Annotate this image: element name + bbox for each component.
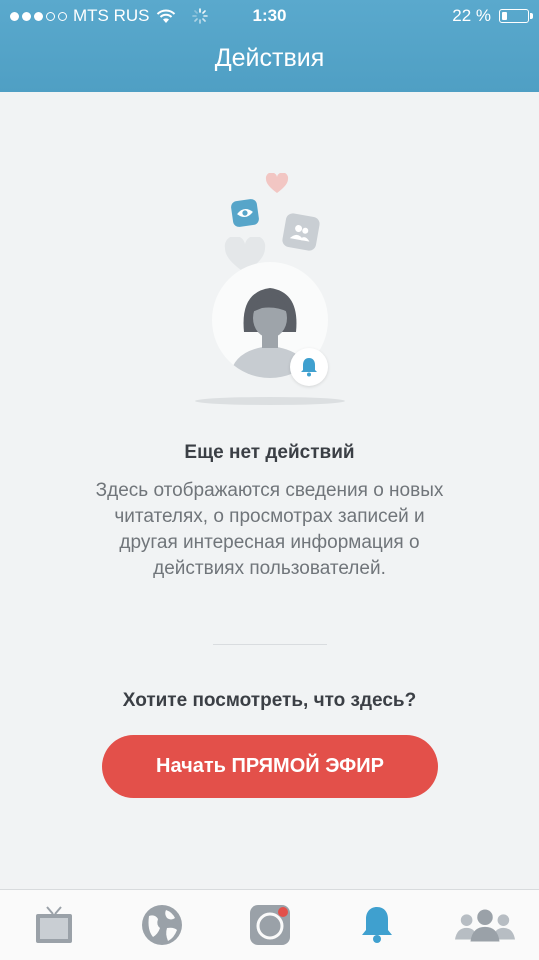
empty-state-illustration bbox=[180, 165, 360, 415]
bell-icon bbox=[362, 907, 392, 943]
battery-level bbox=[502, 12, 507, 20]
start-live-button[interactable]: Начать ПРЯМОЙ ЭФИР bbox=[102, 735, 438, 798]
tab-bar bbox=[0, 889, 539, 960]
heart-icon bbox=[265, 173, 289, 193]
tab-notifications[interactable] bbox=[347, 900, 407, 950]
battery-percent: 22 % bbox=[452, 6, 491, 25]
eye-icon bbox=[230, 198, 260, 228]
bell-badge bbox=[290, 348, 328, 386]
top-bar: MTS RUS 1:30 22 % Действия bbox=[0, 0, 539, 92]
battery-icon bbox=[499, 9, 533, 23]
empty-state-title: Еще нет действий bbox=[184, 442, 355, 463]
illustration-shadow bbox=[195, 397, 345, 405]
tab-go-live[interactable] bbox=[240, 900, 300, 950]
divider bbox=[213, 644, 327, 645]
camera-icon bbox=[250, 905, 290, 945]
users-icon bbox=[281, 212, 321, 252]
battery-status: 22 % bbox=[452, 6, 533, 26]
page-title: Действия bbox=[214, 44, 325, 72]
globe-icon bbox=[142, 905, 182, 945]
empty-state-description: Здесь отображаются сведения о новых чита… bbox=[95, 480, 444, 579]
bell-icon bbox=[301, 358, 317, 377]
tab-tv[interactable] bbox=[24, 900, 84, 950]
tab-people[interactable] bbox=[455, 900, 515, 950]
people-icon bbox=[455, 909, 515, 942]
prompt-question: Хотите посмотреть, что здесь? bbox=[122, 690, 417, 711]
tab-explore[interactable] bbox=[132, 900, 192, 950]
tv-icon bbox=[36, 906, 72, 943]
status-bar: MTS RUS 1:30 22 % bbox=[0, 0, 539, 32]
